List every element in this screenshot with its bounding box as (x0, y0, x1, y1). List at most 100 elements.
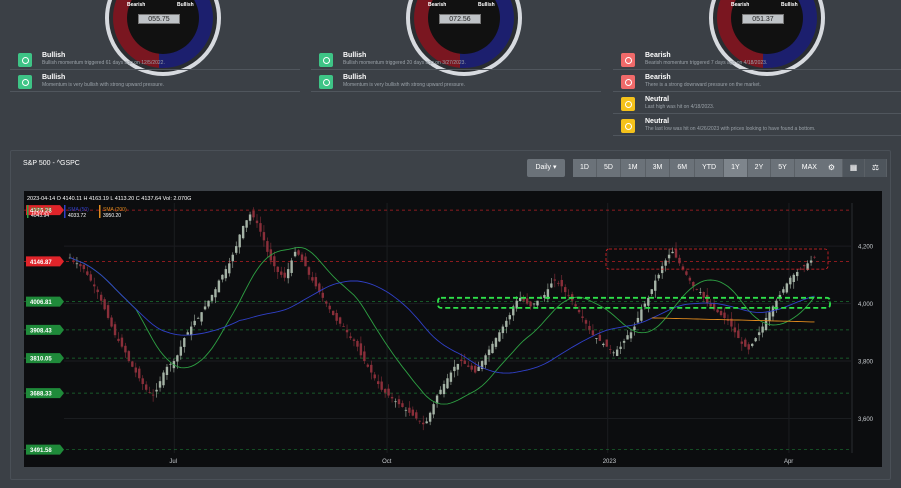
candle-body (390, 396, 394, 399)
candle-body (584, 320, 588, 324)
gauge-icon (319, 74, 333, 89)
candle-body (408, 407, 411, 413)
candle-body (428, 412, 432, 422)
range-6m-button[interactable]: 6M (670, 159, 696, 177)
sma-50-line (69, 257, 815, 374)
level-label: 3810.05 (30, 357, 52, 363)
candle-body (113, 324, 117, 336)
candle-body (636, 317, 640, 323)
candle-body (612, 352, 615, 354)
support-zone (437, 296, 831, 309)
candle-body (217, 280, 221, 293)
candle-body (615, 349, 619, 356)
candle-body (352, 339, 356, 341)
candle-body (262, 232, 266, 241)
signal-item: Bullish Momentum is very bullish with st… (311, 72, 601, 92)
candle-body (567, 294, 570, 296)
gauge-icon (18, 74, 32, 89)
candle-body (387, 388, 390, 396)
candle-body (699, 292, 702, 293)
y-tick-label: 4,000 (858, 302, 874, 308)
gauge-bearish-label: Bearish (127, 2, 146, 8)
candle-body (577, 309, 581, 313)
candle-body (463, 360, 466, 364)
range-5y-button[interactable]: 5Y (771, 159, 795, 177)
candle-body (238, 234, 241, 248)
candle-body (273, 256, 276, 267)
candle-body (162, 372, 165, 386)
candle-body (508, 315, 511, 320)
candle-body (99, 294, 103, 301)
candle-body (591, 330, 595, 336)
candle-body (328, 305, 331, 310)
candle-body (747, 344, 750, 350)
candle-body (484, 355, 487, 365)
candle-body (370, 364, 373, 373)
candle-body (311, 277, 314, 281)
range-1y-button[interactable]: 1Y (724, 159, 748, 177)
candle-body (681, 266, 685, 270)
interval-dropdown[interactable]: Daily ▾ (527, 159, 565, 177)
candle-body (231, 254, 234, 262)
candle-body (210, 294, 214, 301)
signal-item: Bullish Bullish momentum triggered 20 da… (311, 50, 601, 70)
signal-desc: There is a strong downward pressure on t… (645, 82, 761, 88)
candle-body (134, 367, 137, 373)
candle-body (293, 251, 297, 257)
level-label: 4146.87 (30, 260, 52, 266)
y-tick-label: 3,600 (858, 417, 874, 423)
resistance-zone (605, 248, 829, 270)
signal-title: Bullish (42, 74, 66, 81)
range-3m-button[interactable]: 3M (645, 159, 671, 177)
chart-title: S&P 500 - ^GSPC (23, 160, 80, 167)
range-5d-button[interactable]: 5D (596, 159, 621, 177)
candle-body (200, 312, 203, 322)
trend-icon (621, 96, 635, 111)
candle-body (809, 260, 813, 263)
candle-body (131, 361, 134, 367)
range-2y-button[interactable]: 2Y (747, 159, 772, 177)
trend-icon (621, 118, 635, 133)
candle-body (633, 326, 636, 331)
calculator-icon[interactable]: ▦ (843, 159, 865, 177)
candle-body (124, 345, 127, 353)
candle-body (785, 283, 789, 293)
candle-body (283, 272, 286, 278)
x-tick-label: Oct (382, 459, 392, 465)
candle-body (120, 337, 124, 347)
candle-body (363, 351, 366, 362)
candle-body (349, 336, 352, 339)
candle-body (581, 316, 584, 318)
signal-desc: Last high was hit on 4/18/2023. (645, 104, 715, 110)
sma-20-line (69, 246, 815, 405)
candle-body (338, 317, 342, 324)
settings-icon[interactable]: ⚙ (821, 159, 843, 177)
candle-body (647, 297, 650, 306)
candle-body (470, 365, 473, 370)
candle-body (138, 368, 141, 379)
signal-title: Bearish (645, 74, 671, 81)
candle-body (300, 254, 304, 261)
candle-body (629, 332, 633, 339)
candle-body (685, 271, 688, 275)
legend-value: 3950.20 (103, 213, 121, 219)
momentum-gauge-3: Bearish Bullish 051.37 (709, 0, 825, 76)
range-ytd-button[interactable]: YTD (695, 159, 725, 177)
candle-body (127, 351, 131, 362)
scale-icon[interactable]: ⚖ (865, 159, 887, 177)
candle-body (307, 267, 311, 275)
candle-body (737, 330, 740, 339)
candle-body (342, 326, 345, 327)
candle-body (650, 289, 653, 294)
candle-body (716, 309, 719, 313)
signal-desc: Momentum is very bullish with strong upw… (343, 82, 465, 88)
gauge-bearish-label: Bearish (428, 2, 447, 8)
range-1m-button[interactable]: 1M (620, 159, 646, 177)
y-tick-label: 3,800 (858, 360, 874, 366)
signal-item: Neutral The last low was hit on 4/26/202… (613, 116, 901, 136)
candle-body (609, 349, 612, 350)
signal-desc: Bullish momentum triggered 20 days ago o… (343, 60, 466, 66)
signal-title: Bullish (343, 52, 367, 59)
range-1d-button[interactable]: 1D (573, 159, 597, 177)
price-chart[interactable]: 4,200 4,000 3,800 3,600 Jul Oct 2023 Apr 4325.28… (24, 191, 882, 467)
